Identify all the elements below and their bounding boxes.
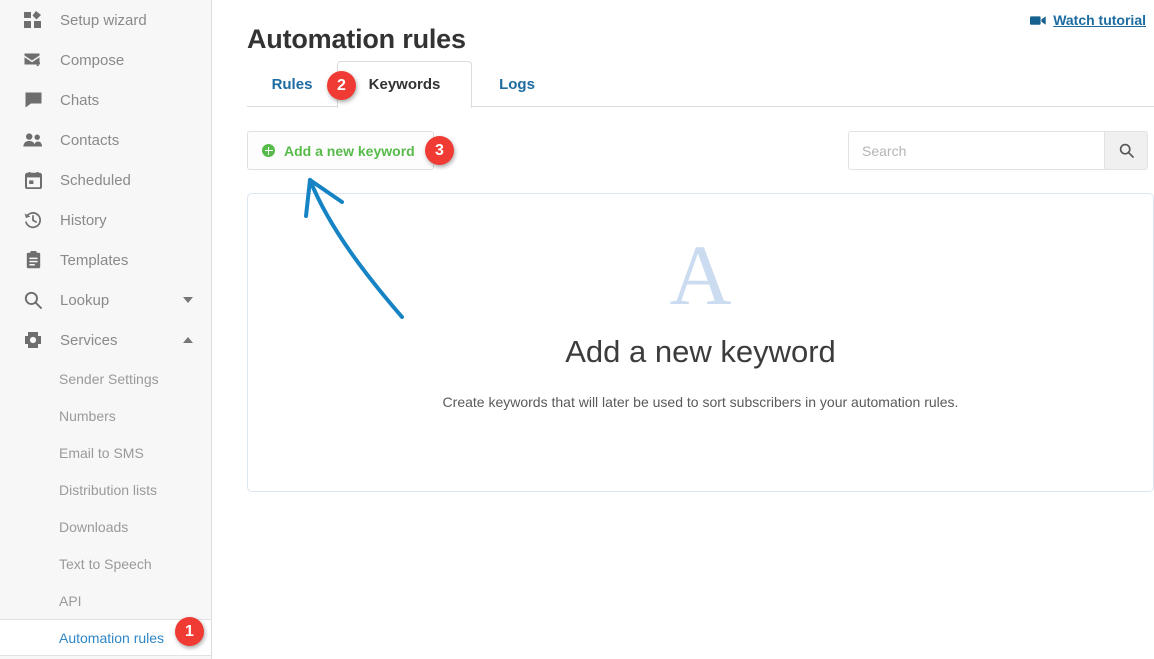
- sidebar-subitem-label: API: [59, 592, 82, 609]
- search-icon: [22, 290, 44, 310]
- sidebar-item-scheduled[interactable]: Scheduled: [0, 160, 211, 200]
- search-box: [848, 131, 1148, 170]
- video-camera-icon: [1030, 15, 1046, 25]
- empty-state-glyph: A: [669, 227, 732, 323]
- sidebar-item-label: Chats: [60, 91, 100, 109]
- history-icon: [22, 210, 44, 230]
- sidebar-subitem-label: Sender Settings: [59, 370, 159, 387]
- sidebar-item-label: Contacts: [60, 131, 120, 149]
- sidebar-item-contacts[interactable]: Contacts: [0, 120, 211, 160]
- search-input[interactable]: [849, 132, 1104, 169]
- empty-state-description: Create keywords that will later be used …: [442, 394, 959, 410]
- watch-tutorial-label: Watch tutorial: [1053, 12, 1146, 28]
- search-button[interactable]: [1104, 132, 1147, 169]
- tab-label: Keywords: [368, 76, 441, 93]
- sidebar-item-label: Templates: [60, 251, 129, 269]
- sidebar: Setup wizard Compose Chats Contacts Sche…: [0, 0, 212, 659]
- sidebar-item-lookup[interactable]: Lookup: [0, 280, 211, 320]
- add-new-keyword-label: Add a new keyword: [284, 142, 415, 159]
- add-new-keyword-button[interactable]: Add a new keyword: [247, 131, 434, 170]
- sidebar-item-label: Setup wizard: [60, 11, 147, 29]
- templates-icon: [22, 250, 44, 270]
- sidebar-item-label: Compose: [60, 51, 125, 69]
- gear-icon: [22, 330, 44, 350]
- tab-keywords[interactable]: Keywords: [337, 61, 472, 108]
- sidebar-item-setup-wizard[interactable]: Setup wizard: [0, 0, 211, 40]
- sidebar-subitem-downloads[interactable]: Downloads: [0, 508, 211, 545]
- sidebar-item-chats[interactable]: Chats: [0, 80, 211, 120]
- sidebar-subitem-email-to-sms[interactable]: Email to SMS: [0, 434, 211, 471]
- sidebar-subitem-automation-rules[interactable]: Automation rules: [0, 619, 211, 656]
- sidebar-subitem-label: Numbers: [59, 407, 116, 424]
- contacts-icon: [22, 130, 44, 150]
- sidebar-subitem-numbers[interactable]: Numbers: [0, 397, 211, 434]
- sidebar-subitem-distribution-lists[interactable]: Distribution lists: [0, 471, 211, 508]
- empty-state-card: A Add a new keyword Create keywords that…: [247, 193, 1154, 492]
- sidebar-subitem-sender-settings[interactable]: Sender Settings: [0, 360, 211, 397]
- sidebar-item-label: Scheduled: [60, 171, 131, 189]
- empty-state-title: Add a new keyword: [565, 334, 836, 369]
- tab-logs[interactable]: Logs: [472, 61, 562, 107]
- dashboard-icon: [22, 10, 44, 30]
- sidebar-subitem-label: Distribution lists: [59, 481, 158, 498]
- tab-rules[interactable]: Rules: [247, 61, 337, 107]
- tab-label: Logs: [499, 75, 535, 93]
- tab-label: Rules: [271, 75, 313, 93]
- compose-icon: [22, 50, 44, 70]
- sidebar-item-templates[interactable]: Templates: [0, 240, 211, 280]
- automation-rules-page: Setup wizard Compose Chats Contacts Sche…: [0, 0, 1154, 659]
- sidebar-item-compose[interactable]: Compose: [0, 40, 211, 80]
- chevron-down-icon[interactable]: [183, 297, 193, 303]
- page-title: Automation rules: [247, 24, 466, 55]
- sidebar-subitem-label: Email to SMS: [59, 444, 144, 461]
- sidebar-item-label: Services: [60, 331, 118, 349]
- sidebar-subitem-text-to-speech[interactable]: Text to Speech: [0, 545, 211, 582]
- sidebar-item-services[interactable]: Services: [0, 320, 211, 360]
- search-icon: [1119, 143, 1134, 158]
- sidebar-subitem-label: Automation rules: [59, 629, 165, 646]
- watch-tutorial-link[interactable]: Watch tutorial: [1030, 12, 1146, 28]
- sidebar-subitem-label: Downloads: [59, 518, 129, 535]
- main-content: Automation rules Watch tutorial Rules Ke…: [212, 0, 1154, 659]
- sidebar-item-history[interactable]: History: [0, 200, 211, 240]
- chat-icon: [22, 90, 44, 110]
- sidebar-subitem-label: Text to Speech: [59, 555, 152, 572]
- sidebar-item-label: Lookup: [60, 291, 110, 309]
- tab-bar: Rules Keywords Logs: [247, 61, 1154, 108]
- plus-circle-icon: [262, 144, 275, 157]
- calendar-icon: [22, 170, 44, 190]
- sidebar-item-label: History: [60, 211, 107, 229]
- chevron-up-icon[interactable]: [183, 337, 193, 343]
- sidebar-subitem-api[interactable]: API: [0, 582, 211, 619]
